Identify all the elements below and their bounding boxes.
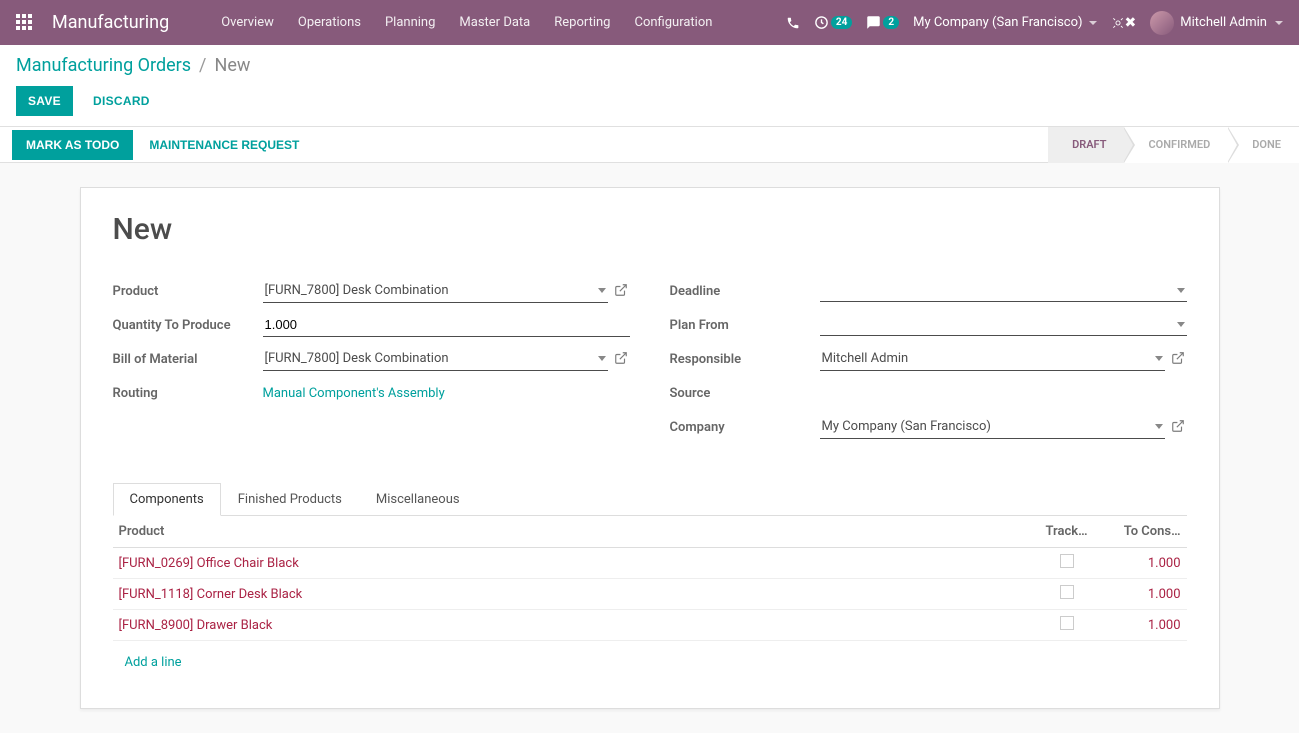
discuss-icon[interactable]: 2	[866, 15, 899, 30]
component-product[interactable]: [FURN_1118] Corner Desk Black	[119, 587, 303, 602]
company-selector[interactable]: My Company (San Francisco)	[913, 15, 1096, 30]
phone-icon[interactable]	[786, 16, 800, 30]
notebook: Components Finished Products Miscellaneo…	[113, 483, 1187, 684]
quantity-field[interactable]	[263, 313, 630, 337]
debug-icon[interactable]: ✖	[1111, 15, 1137, 31]
product-value: [FURN_7800] Desk Combination	[265, 283, 449, 298]
activity-badge: 24	[831, 16, 852, 29]
company-value: My Company (San Francisco)	[822, 419, 991, 434]
save-button[interactable]: SAVE	[16, 86, 73, 116]
external-link-icon[interactable]	[614, 283, 630, 299]
label-source: Source	[670, 386, 820, 401]
nav-reporting[interactable]: Reporting	[542, 0, 622, 45]
tracking-checkbox[interactable]	[1060, 585, 1074, 599]
table-row[interactable]: [FURN_1118] Corner Desk Black 1.000	[113, 579, 1187, 610]
breadcrumb-parent[interactable]: Manufacturing Orders	[16, 55, 191, 76]
responsible-field[interactable]: Mitchell Admin	[820, 347, 1165, 371]
tab-components[interactable]: Components	[113, 483, 221, 516]
chevron-down-icon	[1177, 322, 1185, 327]
chevron-down-icon	[1089, 21, 1097, 25]
statusbar: MARK AS TODO MAINTENANCE REQUEST DRAFT C…	[0, 127, 1299, 163]
tab-finished[interactable]: Finished Products	[221, 483, 359, 516]
nav-overview[interactable]: Overview	[209, 0, 286, 45]
nav-right: 24 2 My Company (San Francisco) ✖ Mitche…	[786, 11, 1283, 35]
breadcrumb-current: New	[214, 55, 250, 76]
apps-icon[interactable]	[16, 14, 34, 32]
chevron-down-icon	[1155, 356, 1163, 361]
form-left-column: Product [FURN_7800] Desk Combination Qua…	[113, 277, 630, 447]
nav-master-data[interactable]: Master Data	[447, 0, 542, 45]
nav-planning[interactable]: Planning	[373, 0, 447, 45]
status-confirmed[interactable]: CONFIRMED	[1124, 127, 1228, 163]
label-product: Product	[113, 284, 263, 299]
page-title: New	[113, 212, 1187, 247]
status-draft[interactable]: DRAFT	[1048, 127, 1124, 163]
tab-misc[interactable]: Miscellaneous	[359, 483, 477, 516]
label-company: Company	[670, 420, 820, 435]
tracking-checkbox[interactable]	[1060, 554, 1074, 568]
responsible-value: Mitchell Admin	[822, 351, 909, 366]
col-tracking[interactable]: Track…	[1037, 516, 1097, 548]
tracking-checkbox[interactable]	[1060, 616, 1074, 630]
user-name: Mitchell Admin	[1180, 15, 1267, 30]
product-field[interactable]: [FURN_7800] Desk Combination	[263, 279, 608, 303]
plan-from-field[interactable]	[820, 314, 1187, 336]
chevron-down-icon	[1177, 288, 1185, 293]
form-sheet: New Product [FURN_7800] Desk Combination	[80, 187, 1220, 709]
company-name: My Company (San Francisco)	[913, 15, 1082, 30]
add-a-line[interactable]: Add a line	[119, 647, 188, 678]
discuss-badge: 2	[883, 16, 899, 29]
breadcrumb: Manufacturing Orders / New	[16, 55, 1283, 76]
component-qty[interactable]: 1.000	[1148, 618, 1181, 633]
form-right-column: Deadline Plan From	[670, 277, 1187, 447]
maintenance-request-button[interactable]: MAINTENANCE REQUEST	[135, 130, 313, 160]
chevron-down-icon	[598, 288, 606, 293]
chevron-down-icon	[598, 356, 606, 361]
control-panel: Manufacturing Orders / New SAVE DISCARD	[0, 45, 1299, 127]
table-row[interactable]: [FURN_0269] Office Chair Black 1.000	[113, 548, 1187, 579]
mark-as-todo-button[interactable]: MARK AS TODO	[12, 130, 133, 160]
label-bom: Bill of Material	[113, 352, 263, 367]
status-widget: DRAFT CONFIRMED DONE	[1048, 127, 1299, 163]
nav-operations[interactable]: Operations	[286, 0, 373, 45]
external-link-icon[interactable]	[1171, 351, 1187, 367]
component-qty[interactable]: 1.000	[1148, 587, 1181, 602]
nav-menu: Overview Operations Planning Master Data…	[209, 0, 724, 45]
chevron-down-icon	[1275, 21, 1283, 25]
col-product[interactable]: Product	[113, 516, 1037, 548]
breadcrumb-separator: /	[199, 55, 206, 76]
company-field[interactable]: My Company (San Francisco)	[820, 415, 1165, 439]
col-to-consume[interactable]: To Cons…	[1097, 516, 1187, 548]
avatar	[1150, 11, 1174, 35]
routing-link[interactable]: Manual Component's Assembly	[263, 386, 445, 401]
app-brand[interactable]: Manufacturing	[52, 12, 169, 33]
nav-configuration[interactable]: Configuration	[622, 0, 724, 45]
bom-field[interactable]: [FURN_7800] Desk Combination	[263, 347, 608, 371]
deadline-field[interactable]	[820, 280, 1187, 302]
activity-icon[interactable]: 24	[814, 15, 852, 30]
external-link-icon[interactable]	[1171, 419, 1187, 435]
user-menu[interactable]: Mitchell Admin	[1150, 11, 1283, 35]
chevron-down-icon	[1155, 424, 1163, 429]
bom-value: [FURN_7800] Desk Combination	[265, 351, 449, 366]
table-row[interactable]: [FURN_8900] Drawer Black 1.000	[113, 610, 1187, 641]
label-responsible: Responsible	[670, 352, 820, 367]
navbar: Manufacturing Overview Operations Planni…	[0, 0, 1299, 45]
components-table: Product Track… To Cons… [FURN_0269] Offi…	[113, 516, 1187, 684]
label-quantity: Quantity To Produce	[113, 318, 263, 333]
sheet-background: New Product [FURN_7800] Desk Combination	[0, 163, 1299, 733]
discard-button[interactable]: DISCARD	[81, 86, 162, 116]
label-deadline: Deadline	[670, 284, 820, 299]
component-product[interactable]: [FURN_0269] Office Chair Black	[119, 556, 299, 571]
control-buttons: SAVE DISCARD	[16, 86, 1283, 116]
external-link-icon[interactable]	[614, 351, 630, 367]
tabs: Components Finished Products Miscellaneo…	[113, 483, 1187, 516]
label-routing: Routing	[113, 386, 263, 401]
component-product[interactable]: [FURN_8900] Drawer Black	[119, 618, 273, 633]
component-qty[interactable]: 1.000	[1148, 556, 1181, 571]
label-plan-from: Plan From	[670, 318, 820, 333]
